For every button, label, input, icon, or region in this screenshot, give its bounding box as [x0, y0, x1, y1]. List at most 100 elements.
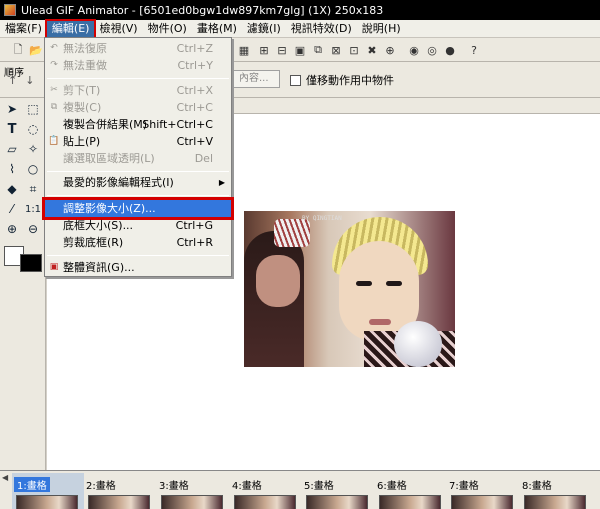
ellipse-tool-icon[interactable]: ○: [24, 160, 42, 178]
frame-thumbnail[interactable]: 6:畫格: [375, 473, 447, 509]
toolbar-icon-9[interactable]: ◉: [406, 42, 422, 58]
frame-thumb-image: [379, 495, 441, 509]
menu-separator: [47, 171, 229, 172]
menu-item-shortcut: Ctrl+R: [176, 236, 213, 249]
frame-label: 3:畫格: [159, 481, 189, 492]
new-file-icon[interactable]: 🗋: [10, 42, 26, 58]
menu-item-global-info[interactable]: ▣ 整體資訊(G)...: [45, 259, 231, 276]
canvas-eye-right: [386, 281, 402, 286]
window-title: Ulead GIF Animator - [6501ed0bgw1dw897km…: [21, 3, 384, 17]
foreground-color-swatch[interactable]: [20, 254, 42, 272]
menu-item-redo[interactable]: ↷ 無法重做 Ctrl+Y: [45, 57, 231, 74]
toolbar-icon-8[interactable]: ⊕: [382, 42, 398, 58]
frame-thumbnail[interactable]: 1:畫格: [12, 473, 84, 509]
toolbar-icon-3[interactable]: ⊟: [274, 42, 290, 58]
menu-filter[interactable]: 濾鏡(I): [242, 21, 286, 37]
menu-item-shortcut: Ctrl+V: [176, 135, 213, 148]
canvas-bubble: [394, 321, 442, 367]
lasso-tool-icon[interactable]: ◌: [24, 120, 42, 138]
menu-item-shortcut: Ctrl+C: [176, 101, 213, 114]
toolbar-icon-2[interactable]: ⊞: [256, 42, 272, 58]
move-active-only-option[interactable]: 僅移動作用中物件: [290, 72, 394, 88]
toolbar-icon-6[interactable]: ⊠: [328, 42, 344, 58]
context-help-icon[interactable]: ?: [466, 42, 482, 58]
fill-tool-icon[interactable]: ◆: [3, 180, 21, 198]
menu-item-resize-image[interactable]: 調整影像大小(Z)...: [42, 197, 234, 220]
menu-item-copy-merged[interactable]: 複製合併結果(M) Shift+Ctrl+C: [45, 116, 231, 133]
scroll-left-icon[interactable]: ◀: [2, 473, 8, 482]
menu-item-label: 剪裁底框(R): [63, 236, 124, 249]
frame-label: 5:畫格: [304, 481, 334, 492]
frame-thumbnail[interactable]: 8:畫格: [520, 473, 592, 509]
title-bar: Ulead GIF Animator - [6501ed0bgw1dw897km…: [0, 0, 600, 20]
crop-tool-icon[interactable]: ⌗: [24, 180, 42, 198]
toolbar-icon-5[interactable]: ⧉: [310, 42, 326, 58]
frame-thumb-image: [234, 495, 296, 509]
frame-thumb-image: [451, 495, 513, 509]
zoom-out-icon[interactable]: ⊖: [24, 220, 42, 238]
tool-palette: ➤ ⬚ T ◌ ▱ ✧ ⌇ ○ ◆ ⌗ ⁄ 1:1 ⊕ ⊖: [0, 98, 46, 470]
menu-item-favorite-editor[interactable]: 最愛的影像編輯程式(I) ▶: [45, 174, 231, 191]
menu-help[interactable]: 說明(H): [357, 21, 406, 37]
menu-item-shortcut: Ctrl+Z: [176, 42, 213, 55]
frame-thumbnail[interactable]: 7:畫格: [447, 473, 519, 509]
open-folder-icon[interactable]: 📂: [28, 42, 44, 58]
menu-item-cut[interactable]: ✂ 剪下(T) Ctrl+X: [45, 82, 231, 99]
toolbar-icon-10[interactable]: ◎: [424, 42, 440, 58]
menu-item-shortcut: Ctrl+X: [176, 84, 213, 97]
edit-menu-dropdown: ↶ 無法復原 Ctrl+Z ↷ 無法重做 Ctrl+Y ✂ 剪下(T) Ctrl…: [42, 37, 234, 277]
marquee-tool-icon[interactable]: ⬚: [24, 100, 42, 118]
menu-item-label: 最愛的影像編輯程式(I): [63, 176, 174, 189]
eyedropper-tool-icon[interactable]: ⁄: [3, 200, 21, 218]
wand-tool-icon[interactable]: ✧: [24, 140, 42, 158]
menu-item-label: 剪下(T): [63, 84, 101, 97]
frame-thumb-image: [161, 495, 223, 509]
frame-thumbnail[interactable]: 4:畫格: [230, 473, 302, 509]
menu-separator: [47, 195, 229, 196]
menu-frame[interactable]: 畫格(M): [192, 21, 242, 37]
menu-item-shortcut: Del: [194, 152, 213, 165]
menu-item-shortcut: Shift+Ctrl+C: [142, 118, 213, 131]
frame-thumb-image: [88, 495, 150, 509]
move-active-only-checkbox[interactable]: [290, 74, 301, 86]
menu-object[interactable]: 物件(O): [143, 21, 192, 37]
toolbar-icon-4[interactable]: ▣: [292, 42, 308, 58]
frame-thumbnail[interactable]: 5:畫格: [302, 473, 374, 509]
frame-label: 6:畫格: [377, 481, 407, 492]
actual-size-button[interactable]: 1:1: [24, 200, 42, 218]
menu-file[interactable]: 檔案(F): [0, 21, 47, 37]
menu-item-crop-canvas[interactable]: 剪裁底框(R) Ctrl+R: [45, 234, 231, 251]
menu-item-make-transparent[interactable]: 讓選取區域透明(L) Del: [45, 150, 231, 167]
menu-video-effects[interactable]: 視訊特效(D): [286, 21, 357, 37]
menu-item-canvas-size[interactable]: 底框大小(S)... Ctrl+G: [45, 217, 231, 234]
submenu-arrow-icon: ▶: [218, 178, 225, 187]
toolbar-icon-11[interactable]: ●: [442, 42, 458, 58]
frame-thumbnail[interactable]: 3:畫格: [157, 473, 229, 509]
eraser-tool-icon[interactable]: ▱: [3, 140, 21, 158]
frame-label: 7:畫格: [449, 481, 479, 492]
toolbar-icon-1[interactable]: ▦: [236, 42, 252, 58]
menu-separator: [47, 255, 229, 256]
toolbar-icon-7[interactable]: ⊡: [346, 42, 362, 58]
pointer-tool-icon[interactable]: ➤: [3, 100, 21, 118]
frame-thumbnail[interactable]: 2:畫格: [84, 473, 156, 509]
menu-item-copy[interactable]: ⧉ 複製(C) Ctrl+C: [45, 99, 231, 116]
order-arrows-icon[interactable]: ↑↓: [8, 74, 42, 87]
image-canvas[interactable]: BY QINGTIAN: [244, 211, 455, 367]
content-button[interactable]: 內容...: [232, 70, 280, 88]
menu-edit[interactable]: 編輯(E): [44, 18, 97, 39]
canvas-eye-left: [356, 281, 372, 286]
menu-item-paste[interactable]: 📋 貼上(P) Ctrl+V: [45, 133, 231, 150]
brush-tool-icon[interactable]: ⌇: [3, 160, 21, 178]
menu-view[interactable]: 檢視(V): [94, 21, 142, 37]
delete-icon[interactable]: ✖: [364, 42, 380, 58]
menu-item-label: 讓選取區域透明(L): [63, 152, 155, 165]
menu-item-undo[interactable]: ↶ 無法復原 Ctrl+Z: [45, 40, 231, 57]
zoom-in-icon[interactable]: ⊕: [3, 220, 21, 238]
menu-item-label: 貼上(P): [63, 135, 101, 148]
menu-item-label: 複製合併結果(M): [63, 118, 148, 131]
paste-icon: 📋: [48, 136, 60, 146]
canvas-face-left: [256, 255, 300, 307]
text-tool-icon[interactable]: T: [3, 120, 21, 138]
menu-item-label: 底框大小(S)...: [63, 219, 134, 232]
